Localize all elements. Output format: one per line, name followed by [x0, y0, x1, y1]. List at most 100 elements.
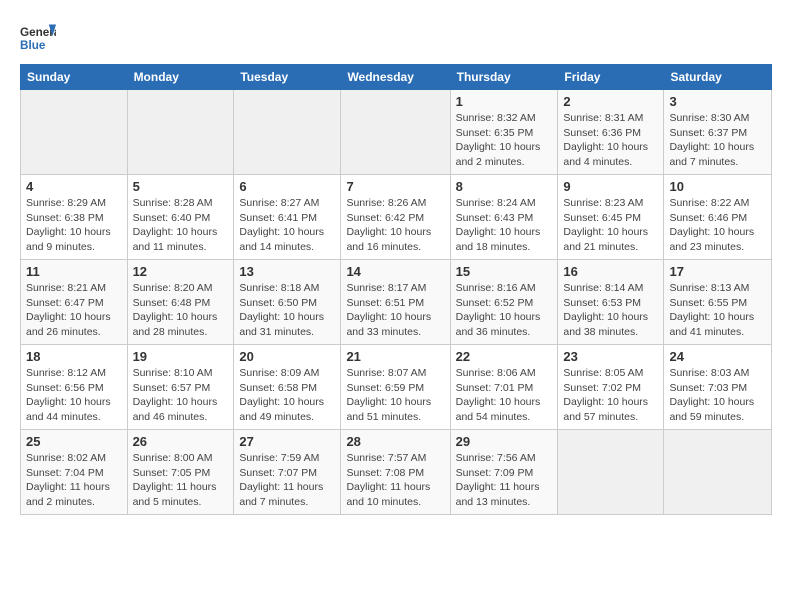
- day-info: Sunrise: 8:18 AM Sunset: 6:50 PM Dayligh…: [239, 281, 335, 340]
- calendar-cell: 1 Sunrise: 8:32 AM Sunset: 6:35 PM Daylig…: [450, 90, 558, 175]
- logo-icon: General Blue: [20, 20, 56, 56]
- day-info: Sunrise: 8:32 AM Sunset: 6:35 PM Dayligh…: [456, 111, 553, 170]
- day-info: Sunrise: 8:29 AM Sunset: 6:38 PM Dayligh…: [26, 196, 122, 255]
- calendar-cell: 16Sunrise: 8:14 AM Sunset: 6:53 PM Dayli…: [558, 260, 664, 345]
- day-info: Sunrise: 7:59 AM Sunset: 7:07 PM Dayligh…: [239, 451, 335, 510]
- day-info: Sunrise: 8:05 AM Sunset: 7:02 PM Dayligh…: [563, 366, 658, 425]
- calendar-cell: 28 Sunrise: 7:57 AM Sunset: 7:08 PM Dayli…: [341, 430, 450, 515]
- calendar-cell: 7 Sunrise: 8:26 AM Sunset: 6:42 PM Daylig…: [341, 175, 450, 260]
- day-number: 13: [239, 264, 335, 279]
- calendar-cell: 2 Sunrise: 8:31 AM Sunset: 6:36 PM Daylig…: [558, 90, 664, 175]
- day-number: 10: [669, 179, 766, 194]
- day-number: 1: [456, 94, 553, 109]
- day-number: 23: [563, 349, 658, 364]
- day-info: Sunrise: 8:06 AM Sunset: 7:01 PM Dayligh…: [456, 366, 553, 425]
- day-number: 7: [346, 179, 444, 194]
- day-info: Sunrise: 7:56 AM Sunset: 7:09 PM Dayligh…: [456, 451, 553, 510]
- calendar-cell: 20 Sunrise: 8:09 AM Sunset: 6:58 PM Dayli…: [234, 345, 341, 430]
- day-info: Sunrise: 8:07 AM Sunset: 6:59 PM Dayligh…: [346, 366, 444, 425]
- calendar-cell: [341, 90, 450, 175]
- day-info: Sunrise: 8:24 AM Sunset: 6:43 PM Dayligh…: [456, 196, 553, 255]
- day-info: Sunrise: 8:23 AM Sunset: 6:45 PM Dayligh…: [563, 196, 658, 255]
- day-info: Sunrise: 8:03 AM Sunset: 7:03 PM Dayligh…: [669, 366, 766, 425]
- day-number: 4: [26, 179, 122, 194]
- day-of-week-header: Thursday: [450, 65, 558, 90]
- calendar-cell: 24 Sunrise: 8:03 AM Sunset: 7:03 PM Dayli…: [664, 345, 772, 430]
- day-number: 17: [669, 264, 766, 279]
- day-number: 21: [346, 349, 444, 364]
- day-info: Sunrise: 8:28 AM Sunset: 6:40 PM Dayligh…: [133, 196, 229, 255]
- day-info: Sunrise: 8:14 AM Sunset: 6:53 PM Dayligh…: [563, 281, 658, 340]
- svg-text:Blue: Blue: [20, 39, 46, 52]
- calendar-week-row: 11 Sunrise: 8:21 AM Sunset: 6:47 PM Dayli…: [21, 260, 772, 345]
- day-info: Sunrise: 8:17 AM Sunset: 6:51 PM Dayligh…: [346, 281, 444, 340]
- day-of-week-header: Wednesday: [341, 65, 450, 90]
- day-number: 3: [669, 94, 766, 109]
- calendar-week-row: 1 Sunrise: 8:32 AM Sunset: 6:35 PM Daylig…: [21, 90, 772, 175]
- day-number: 25: [26, 434, 122, 449]
- day-number: 6: [239, 179, 335, 194]
- logo: General Blue: [20, 20, 60, 56]
- day-info: Sunrise: 8:31 AM Sunset: 6:36 PM Dayligh…: [563, 111, 658, 170]
- calendar-cell: 11 Sunrise: 8:21 AM Sunset: 6:47 PM Dayli…: [21, 260, 128, 345]
- day-of-week-header: Friday: [558, 65, 664, 90]
- day-of-week-header: Monday: [127, 65, 234, 90]
- calendar-cell: [664, 430, 772, 515]
- day-info: Sunrise: 8:20 AM Sunset: 6:48 PM Dayligh…: [133, 281, 229, 340]
- day-info: Sunrise: 7:57 AM Sunset: 7:08 PM Dayligh…: [346, 451, 444, 510]
- day-of-week-header: Sunday: [21, 65, 128, 90]
- calendar-cell: 6 Sunrise: 8:27 AM Sunset: 6:41 PM Daylig…: [234, 175, 341, 260]
- day-number: 24: [669, 349, 766, 364]
- day-info: Sunrise: 8:10 AM Sunset: 6:57 PM Dayligh…: [133, 366, 229, 425]
- day-info: Sunrise: 8:16 AM Sunset: 6:52 PM Dayligh…: [456, 281, 553, 340]
- calendar-cell: 22 Sunrise: 8:06 AM Sunset: 7:01 PM Dayli…: [450, 345, 558, 430]
- calendar-cell: 23 Sunrise: 8:05 AM Sunset: 7:02 PM Dayli…: [558, 345, 664, 430]
- day-info: Sunrise: 8:09 AM Sunset: 6:58 PM Dayligh…: [239, 366, 335, 425]
- calendar-cell: 25 Sunrise: 8:02 AM Sunset: 7:04 PM Dayli…: [21, 430, 128, 515]
- calendar-week-row: 25 Sunrise: 8:02 AM Sunset: 7:04 PM Dayli…: [21, 430, 772, 515]
- calendar-cell: 19Sunrise: 8:10 AM Sunset: 6:57 PM Dayli…: [127, 345, 234, 430]
- day-info: Sunrise: 8:13 AM Sunset: 6:55 PM Dayligh…: [669, 281, 766, 340]
- calendar-cell: 14 Sunrise: 8:17 AM Sunset: 6:51 PM Dayli…: [341, 260, 450, 345]
- day-info: Sunrise: 8:30 AM Sunset: 6:37 PM Dayligh…: [669, 111, 766, 170]
- calendar-cell: [558, 430, 664, 515]
- day-info: Sunrise: 8:26 AM Sunset: 6:42 PM Dayligh…: [346, 196, 444, 255]
- day-number: 15: [456, 264, 553, 279]
- calendar-cell: 15 Sunrise: 8:16 AM Sunset: 6:52 PM Dayli…: [450, 260, 558, 345]
- day-info: Sunrise: 8:22 AM Sunset: 6:46 PM Dayligh…: [669, 196, 766, 255]
- calendar-cell: 9 Sunrise: 8:23 AM Sunset: 6:45 PM Daylig…: [558, 175, 664, 260]
- calendar-cell: 5Sunrise: 8:28 AM Sunset: 6:40 PM Daylig…: [127, 175, 234, 260]
- day-info: Sunrise: 8:02 AM Sunset: 7:04 PM Dayligh…: [26, 451, 122, 510]
- calendar-cell: 8 Sunrise: 8:24 AM Sunset: 6:43 PM Daylig…: [450, 175, 558, 260]
- calendar-cell: 4 Sunrise: 8:29 AM Sunset: 6:38 PM Daylig…: [21, 175, 128, 260]
- day-number: 28: [346, 434, 444, 449]
- calendar-cell: 12 Sunrise: 8:20 AM Sunset: 6:48 PM Dayli…: [127, 260, 234, 345]
- calendar-cell: 18Sunrise: 8:12 AM Sunset: 6:56 PM Dayli…: [21, 345, 128, 430]
- day-number: 12: [133, 264, 229, 279]
- day-number: 26: [133, 434, 229, 449]
- calendar-cell: 21 Sunrise: 8:07 AM Sunset: 6:59 PM Dayli…: [341, 345, 450, 430]
- day-number: 8: [456, 179, 553, 194]
- day-info: Sunrise: 8:21 AM Sunset: 6:47 PM Dayligh…: [26, 281, 122, 340]
- calendar-header-row: SundayMondayTuesdayWednesdayThursdayFrid…: [21, 65, 772, 90]
- day-number: 2: [563, 94, 658, 109]
- day-number: 27: [239, 434, 335, 449]
- day-number: 22: [456, 349, 553, 364]
- day-number: 14: [346, 264, 444, 279]
- calendar-cell: 26 Sunrise: 8:00 AM Sunset: 7:05 PM Dayli…: [127, 430, 234, 515]
- day-number: 9: [563, 179, 658, 194]
- day-info: Sunrise: 8:27 AM Sunset: 6:41 PM Dayligh…: [239, 196, 335, 255]
- day-of-week-header: Tuesday: [234, 65, 341, 90]
- day-number: 11: [26, 264, 122, 279]
- calendar-cell: 10 Sunrise: 8:22 AM Sunset: 6:46 PM Dayli…: [664, 175, 772, 260]
- day-of-week-header: Saturday: [664, 65, 772, 90]
- calendar-table: SundayMondayTuesdayWednesdayThursdayFrid…: [20, 64, 772, 515]
- calendar-cell: 13 Sunrise: 8:18 AM Sunset: 6:50 PM Dayli…: [234, 260, 341, 345]
- calendar-cell: [21, 90, 128, 175]
- calendar-week-row: 4 Sunrise: 8:29 AM Sunset: 6:38 PM Daylig…: [21, 175, 772, 260]
- day-info: Sunrise: 8:12 AM Sunset: 6:56 PM Dayligh…: [26, 366, 122, 425]
- day-info: Sunrise: 8:00 AM Sunset: 7:05 PM Dayligh…: [133, 451, 229, 510]
- calendar-cell: [234, 90, 341, 175]
- calendar-week-row: 18Sunrise: 8:12 AM Sunset: 6:56 PM Dayli…: [21, 345, 772, 430]
- day-number: 20: [239, 349, 335, 364]
